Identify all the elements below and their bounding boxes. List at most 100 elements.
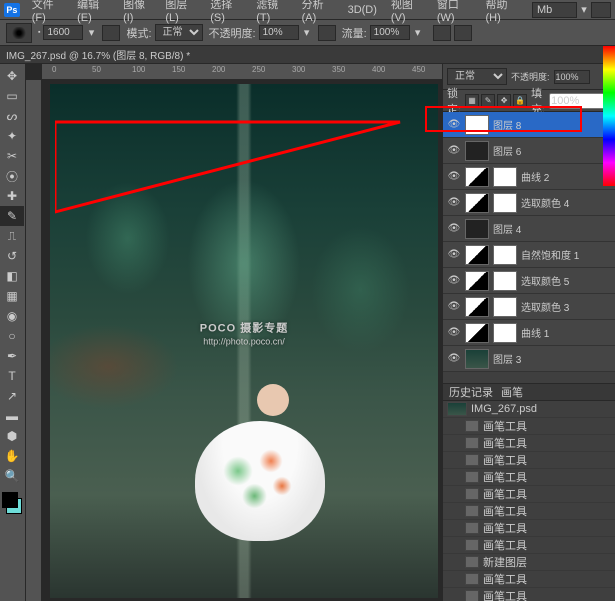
lasso-tool[interactable]: ᔕ <box>0 106 24 126</box>
lock-transparent-icon[interactable]: ▦ <box>465 94 479 108</box>
shape-tool[interactable]: ▬ <box>0 406 24 426</box>
layer-row[interactable]: 👁 选取颜色 3 <box>443 294 615 320</box>
eraser-tool[interactable]: ◧ <box>0 266 24 286</box>
brush-preview-icon[interactable] <box>6 23 32 43</box>
history-step-icon <box>465 573 479 585</box>
menu-image[interactable]: 图像(I) <box>117 0 157 26</box>
layer-name: 图层 4 <box>493 221 611 236</box>
ruler-horizontal: 0 50 100 150 200 250 300 350 400 450 <box>42 64 442 80</box>
chevron-down-icon: ▾ <box>413 28 423 38</box>
history-item[interactable]: 画笔工具 <box>443 469 615 486</box>
visibility-icon[interactable]: 👁 <box>447 170 461 184</box>
history-item[interactable]: 画笔工具 <box>443 503 615 520</box>
menu-edit[interactable]: 编辑(E) <box>71 0 115 26</box>
layer-thumb <box>465 219 489 239</box>
pressure-size-icon[interactable] <box>454 25 472 41</box>
history-tab[interactable]: 历史记录 <box>449 384 493 400</box>
menu-analysis[interactable]: 分析(A) <box>296 0 340 26</box>
visibility-icon[interactable]: 👁 <box>447 222 461 236</box>
document-tab[interactable]: IMG_267.psd @ 16.7% (图层 8, RGB/8) * <box>6 47 190 62</box>
color-ramp[interactable] <box>603 46 615 186</box>
move-tool[interactable]: ✥ <box>0 66 24 86</box>
path-tool[interactable]: ↗ <box>0 386 24 406</box>
history-item[interactable]: 画笔工具 <box>443 435 615 452</box>
wand-tool[interactable]: ✦ <box>0 126 24 146</box>
heal-tool[interactable]: ✚ <box>0 186 24 206</box>
menu-layer[interactable]: 图层(L) <box>159 0 202 26</box>
history-step-icon <box>465 590 479 601</box>
visibility-icon[interactable]: 👁 <box>447 274 461 288</box>
layer-blend-select[interactable]: 正常 <box>447 68 507 85</box>
crop-tool[interactable]: ✂ <box>0 146 24 166</box>
visibility-icon[interactable]: 👁 <box>447 326 461 340</box>
menu-help[interactable]: 帮助(H) <box>480 0 525 26</box>
menu-3d[interactable]: 3D(D) <box>342 2 383 18</box>
layer-row[interactable]: 👁 图层 8 <box>443 112 615 138</box>
pen-tool[interactable]: ✒ <box>0 346 24 366</box>
history-brush-tool[interactable]: ↺ <box>0 246 24 266</box>
airbrush-icon[interactable] <box>433 25 451 41</box>
history-step-icon <box>465 471 479 483</box>
layer-mask-thumb <box>493 193 517 213</box>
menu-view[interactable]: 视图(V) <box>385 0 429 26</box>
layer-opacity-input[interactable] <box>554 70 590 84</box>
layer-row[interactable]: 👁 自然饱和度 1 <box>443 242 615 268</box>
blur-tool[interactable]: ◉ <box>0 306 24 326</box>
visibility-icon[interactable]: 👁 <box>447 352 461 366</box>
visibility-icon[interactable]: 👁 <box>447 248 461 262</box>
menu-select[interactable]: 选择(S) <box>204 0 248 26</box>
history-item[interactable]: 画笔工具 <box>443 452 615 469</box>
history-item[interactable]: 画笔工具 <box>443 486 615 503</box>
layer-row[interactable]: 👁 曲线 1 <box>443 320 615 346</box>
brush-panel-icon[interactable] <box>102 25 120 41</box>
history-item[interactable]: 画笔工具 <box>443 537 615 554</box>
history-item[interactable]: 画笔工具 <box>443 520 615 537</box>
visibility-icon[interactable]: 👁 <box>447 196 461 210</box>
layer-row[interactable]: 👁 曲线 2 <box>443 164 615 190</box>
visibility-icon[interactable]: 👁 <box>447 118 461 132</box>
layer-row[interactable]: 👁 图层 3 <box>443 346 615 372</box>
visibility-icon[interactable]: 👁 <box>447 300 461 314</box>
marquee-tool[interactable]: ▭ <box>0 86 24 106</box>
blend-mode-select[interactable]: 正常 <box>155 24 203 41</box>
workspace-switcher[interactable]: Mb▾ <box>532 2 611 18</box>
color-swatches[interactable] <box>0 490 24 518</box>
screen-mode-icon[interactable] <box>591 2 611 18</box>
snapshot-icon <box>447 402 467 416</box>
lock-all-icon[interactable]: 🔒 <box>513 94 527 108</box>
eyedropper-tool[interactable]: ⦿ <box>0 166 24 186</box>
type-tool[interactable]: T <box>0 366 24 386</box>
brush-size-field[interactable]: ▪ ▾ <box>38 25 96 40</box>
flow-input[interactable] <box>370 25 410 40</box>
dodge-tool[interactable]: ○ <box>0 326 24 346</box>
lock-pixels-icon[interactable]: ✎ <box>481 94 495 108</box>
layer-row[interactable]: 👁 图层 6 <box>443 138 615 164</box>
history-snapshot[interactable]: IMG_267.psd <box>443 401 615 418</box>
layer-thumb <box>465 245 489 265</box>
hand-tool[interactable]: ✋ <box>0 446 24 466</box>
layer-row[interactable]: 👁 图层 4 <box>443 216 615 242</box>
document-canvas[interactable]: POCO 摄影专题 http://photo.poco.cn/ <box>50 84 438 598</box>
history-item[interactable]: 画笔工具 <box>443 418 615 435</box>
layer-row[interactable]: 👁 选取颜色 4 <box>443 190 615 216</box>
history-item[interactable]: 新建图层 <box>443 554 615 571</box>
history-item[interactable]: 画笔工具 <box>443 571 615 588</box>
foreground-color-swatch[interactable] <box>2 492 18 508</box>
pressure-opacity-icon[interactable] <box>318 25 336 41</box>
brush-size-input[interactable] <box>43 25 83 40</box>
gradient-tool[interactable]: ▦ <box>0 286 24 306</box>
menu-filter[interactable]: 滤镜(T) <box>250 0 293 26</box>
3d-tool[interactable]: ⬢ <box>0 426 24 446</box>
visibility-icon[interactable]: 👁 <box>447 144 461 158</box>
menu-window[interactable]: 窗口(W) <box>431 0 478 26</box>
zoom-tool[interactable]: 🔍 <box>0 466 24 486</box>
brush-tab[interactable]: 画笔 <box>501 384 523 400</box>
lock-position-icon[interactable]: ✥ <box>497 94 511 108</box>
layer-thumb <box>465 323 489 343</box>
stamp-tool[interactable]: ⎍ <box>0 226 24 246</box>
opacity-input[interactable] <box>259 25 299 40</box>
brush-tool[interactable]: ✎ <box>0 206 24 226</box>
history-item[interactable]: 画笔工具 <box>443 588 615 601</box>
layer-row[interactable]: 👁 选取颜色 5 <box>443 268 615 294</box>
menu-file[interactable]: 文件(F) <box>26 0 69 26</box>
